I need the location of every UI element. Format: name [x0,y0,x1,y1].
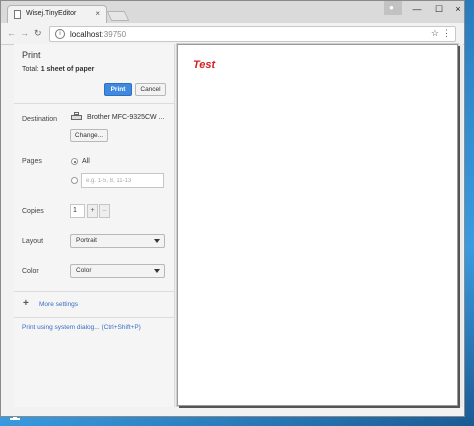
url-text: localhost:39750 [70,30,127,39]
info-icon[interactable]: i [55,29,65,39]
person-icon[interactable]: ● [384,1,402,15]
print-button[interactable]: Print [104,83,132,96]
close-window-button[interactable]: × [451,1,465,17]
copies-increment-button[interactable]: + [87,204,98,218]
more-settings-row[interactable]: + More settings [14,291,175,318]
forward-arrow-icon[interactable]: → [20,28,29,38]
system-dialog-link[interactable]: Print using system dialog... (Ctrl+Shift… [22,324,141,331]
print-title: Print [22,50,41,60]
layout-select[interactable]: Portrait [70,234,165,248]
address-bar[interactable]: i localhost:39750 ☆ ⋮ [49,26,456,42]
browser-toolbar: ← → ↻ i localhost:39750 ☆ ⋮ [1,23,464,45]
copies-decrement-button[interactable]: – [99,204,110,218]
total-sheets: Total: 1 sheet of paper [22,66,95,73]
new-tab-button[interactable] [106,11,130,21]
menu-dots-icon[interactable]: ⋮ [442,28,451,39]
preview-text: Test [193,59,216,71]
destination-label: Destination [22,116,58,123]
print-header: Print Total: 1 sheet of paper Print Canc… [14,44,175,104]
minimize-button[interactable]: — [405,1,429,17]
printer-icon [71,112,82,121]
color-select[interactable]: Color [70,264,165,278]
print-settings-panel: Print Total: 1 sheet of paper Print Canc… [14,44,175,407]
change-destination-button[interactable]: Change... [70,129,108,142]
pages-custom-radio[interactable] [71,177,78,184]
color-label: Color [22,268,39,275]
maximize-button[interactable]: ☐ [427,1,451,17]
preview-page: Test [177,44,458,406]
destination-name: Brother MFC-9325CW ... [87,114,165,121]
back-arrow-icon[interactable]: ← [7,28,16,38]
plus-icon: + [23,298,29,309]
reload-icon[interactable]: ↻ [34,28,42,39]
copies-field[interactable]: 1 [70,204,85,218]
page-icon [14,10,21,19]
title-bar: Wisej.TinyEditor × ● — ☐ × [1,1,464,23]
tab-close-icon[interactable]: × [95,9,100,18]
bookmark-star-icon[interactable]: ☆ [431,28,439,39]
pages-range-field[interactable] [82,174,163,187]
layout-selected-value: Portrait [76,237,97,244]
more-settings-link[interactable]: More settings [39,301,78,308]
pages-input[interactable] [81,173,164,188]
pages-all-label: All [82,158,90,165]
color-selected-value: Color [76,267,92,274]
chevron-down-icon [154,239,160,243]
chevron-down-icon [154,269,160,273]
pages-label: Pages [22,158,42,165]
pages-all-radio[interactable] [71,158,78,165]
tab-title: Wisej.TinyEditor [26,10,77,17]
copies-label: Copies [22,208,44,215]
layout-label: Layout [22,238,44,245]
browser-tab[interactable]: Wisej.TinyEditor × [7,5,107,23]
cancel-button[interactable]: Cancel [135,83,166,96]
